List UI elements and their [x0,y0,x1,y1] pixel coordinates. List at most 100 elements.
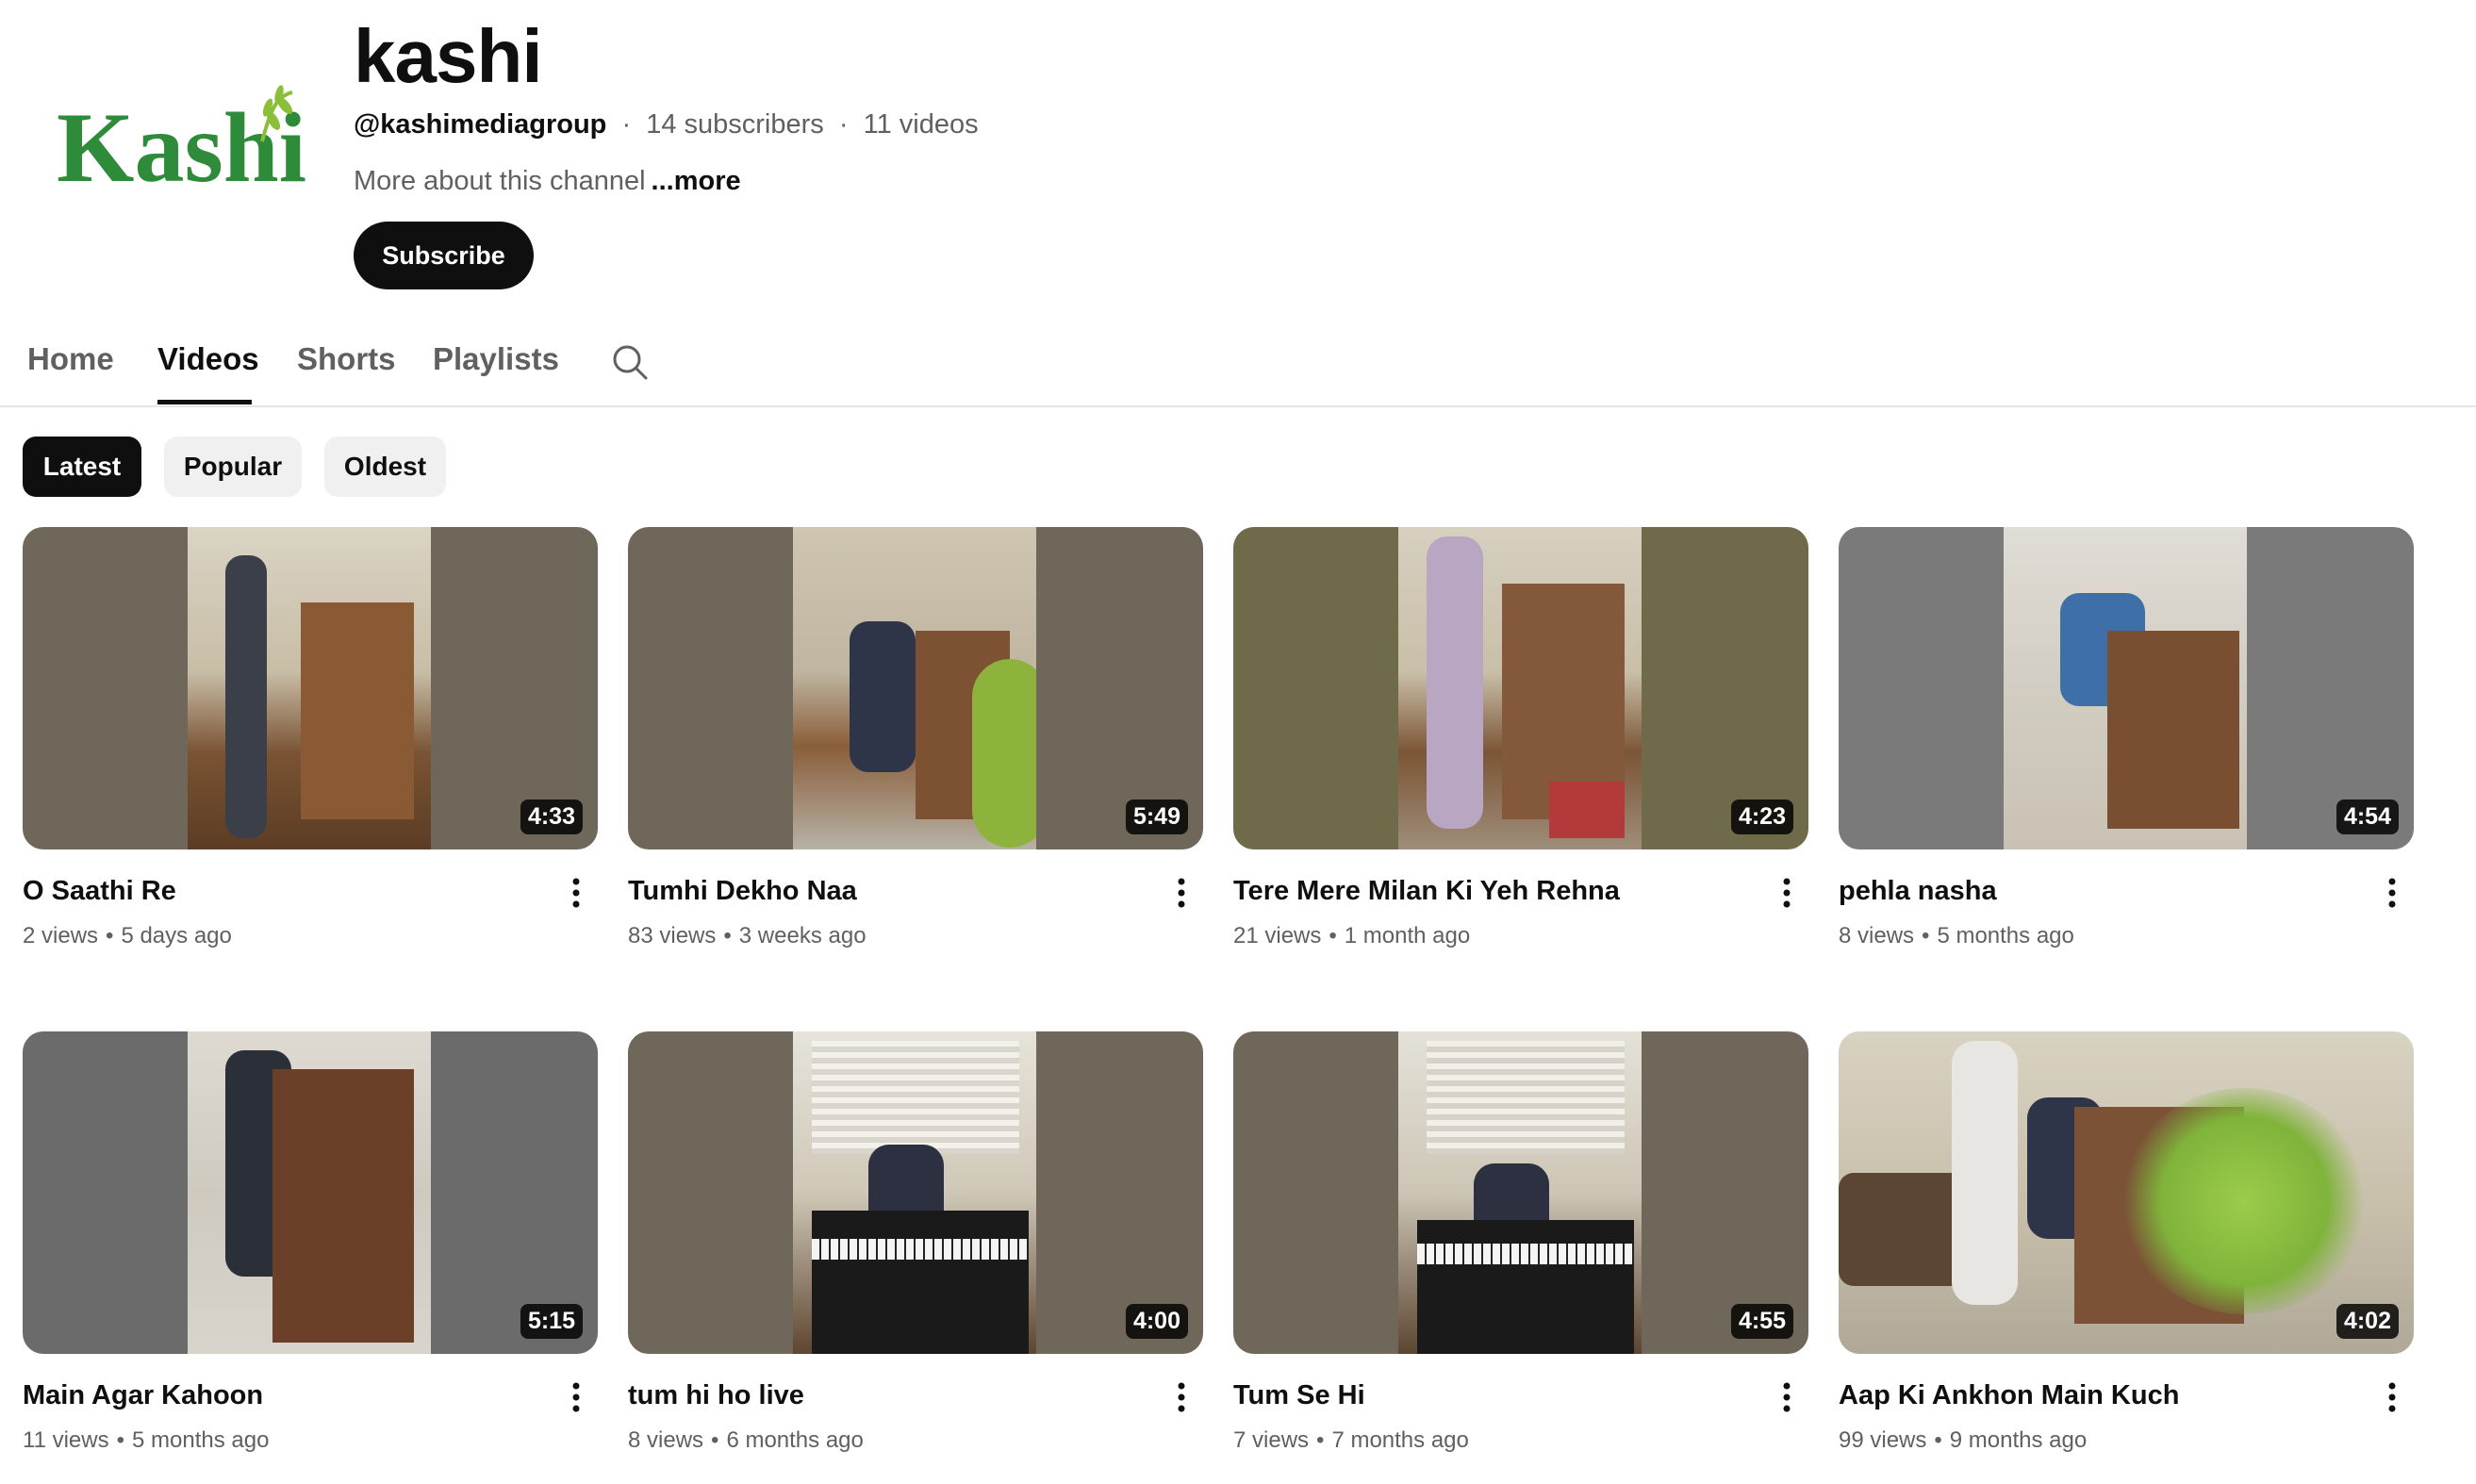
video-title[interactable]: O Saathi Re [23,876,532,907]
meta-separator: · [838,109,849,140]
video-thumbnail[interactable]: 4:54 [1839,527,2414,849]
video-card[interactable]: 4:02 Aap Ki Ankhon Main Kuch 99 views • 9 … [1839,1031,2414,1484]
more-vert-icon[interactable] [1773,1377,1801,1418]
stats-separator: • [1316,1427,1325,1453]
video-age: 5 days ago [121,923,232,948]
video-card[interactable]: 5:15 Main Agar Kahoon 11 views • 5 months … [23,1031,598,1484]
about-text[interactable]: More about this channel [354,166,646,196]
channel-handle[interactable]: @kashimediagroup [354,109,606,140]
video-title[interactable]: Tum Se Hi [1233,1380,1742,1411]
video-age: 7 months ago [1331,1427,1469,1453]
search-icon[interactable] [611,343,649,381]
video-duration: 4:00 [1125,1304,1188,1339]
video-title[interactable]: tum hi ho live [628,1380,1137,1411]
video-title[interactable]: Tumhi Dekho Naa [628,876,1137,907]
video-thumbnail[interactable]: 5:49 [628,527,1203,849]
video-card[interactable]: 4:33 O Saathi Re 2 views • 5 days ago [23,527,598,980]
stats-separator: • [1934,1427,1942,1453]
subscriber-count: 14 subscribers [646,109,824,140]
channel-about[interactable]: More about this channel ...more [354,166,741,197]
more-vert-icon[interactable] [1167,1377,1196,1418]
video-thumbnail[interactable]: 4:23 [1233,527,1808,849]
channel-page: Kashi kashi @kashimediagroup · 14 subscr… [0,0,2476,1478]
video-views: 21 views [1233,923,1322,948]
stats-separator: • [116,1427,124,1453]
more-vert-icon[interactable] [2378,1377,2406,1418]
stats-separator: • [1329,923,1337,948]
video-thumbnail[interactable]: 4:33 [23,527,598,849]
video-stats: 21 views • 1 month ago [1233,923,1470,949]
tab-shorts[interactable]: Shorts [297,341,396,377]
video-thumbnail[interactable]: 4:55 [1233,1031,1808,1354]
video-title[interactable]: Aap Ki Ankhon Main Kuch [1839,1380,2348,1411]
thumbnail-frame [1398,527,1642,849]
thumbnail-frame [2004,527,2247,849]
filter-latest[interactable]: Latest [23,437,141,497]
video-age: 6 months ago [726,1427,864,1453]
video-count: 11 videos [863,109,979,140]
video-duration: 4:55 [1730,1304,1793,1339]
video-duration: 5:49 [1125,800,1188,834]
tab-playlists[interactable]: Playlists [433,341,559,377]
video-age: 9 months ago [1949,1427,2088,1453]
video-age: 5 months ago [1937,923,2074,948]
video-views: 8 views [628,1427,704,1453]
video-card[interactable]: 4:00 tum hi ho live 8 views • 6 months ago [628,1031,1203,1484]
video-card[interactable]: 4:23 Tere Mere Milan Ki Yeh Rehna 21 vie… [1233,527,1808,980]
video-age: 3 weeks ago [738,923,867,948]
stats-separator: • [711,1427,719,1453]
tab-videos[interactable]: Videos [157,341,259,377]
video-card[interactable]: 5:49 Tumhi Dekho Naa 83 views • 3 weeks ag… [628,527,1203,980]
video-duration: 5:15 [520,1304,583,1339]
video-title[interactable]: Main Agar Kahoon [23,1380,532,1411]
thumbnail-frame [793,527,1036,849]
video-views: 83 views [628,923,717,948]
stats-separator: • [1922,923,1930,948]
more-vert-icon[interactable] [562,1377,590,1418]
video-duration: 4:02 [2336,1304,2399,1339]
video-stats: 83 views • 3 weeks ago [628,923,867,949]
thumbnail-frame [188,527,431,849]
thumbnail-frame [793,1031,1036,1354]
video-views: 7 views [1233,1427,1310,1453]
video-duration: 4:54 [2336,800,2399,834]
video-views: 11 views [23,1427,109,1453]
video-title[interactable]: Tere Mere Milan Ki Yeh Rehna [1233,876,1742,907]
video-stats: 8 views • 5 months ago [1839,923,2074,949]
tab-home[interactable]: Home [27,341,114,377]
video-stats: 2 views • 5 days ago [23,923,232,949]
stats-separator: • [723,923,732,948]
meta-separator: · [621,109,632,140]
more-vert-icon[interactable] [562,872,590,914]
video-duration: 4:33 [520,800,583,834]
video-thumbnail[interactable]: 5:15 [23,1031,598,1354]
video-views: 2 views [23,923,99,948]
thumbnail-frame [188,1031,431,1354]
more-link[interactable]: ...more [652,166,741,196]
filter-oldest[interactable]: Oldest [324,437,446,497]
active-tab-indicator [157,400,252,404]
video-stats: 11 views • 5 months ago [23,1427,269,1454]
more-vert-icon[interactable] [2378,872,2406,914]
video-stats: 8 views • 6 months ago [628,1427,864,1454]
video-age: 5 months ago [132,1427,270,1453]
video-thumbnail[interactable]: 4:02 [1839,1031,2414,1354]
more-vert-icon[interactable] [1167,872,1196,914]
channel-avatar[interactable]: Kashi [38,38,311,264]
video-title[interactable]: pehla nasha [1839,876,2348,907]
video-duration: 4:23 [1730,800,1793,834]
channel-name: kashi [354,14,543,98]
channel-tabs: Home Videos Shorts Playlists [0,321,2476,407]
video-stats: 7 views • 7 months ago [1233,1427,1469,1454]
filter-popular[interactable]: Popular [164,437,302,497]
subscribe-button[interactable]: Subscribe [354,222,534,289]
more-vert-icon[interactable] [1773,872,1801,914]
video-card[interactable]: 4:55 Tum Se Hi 7 views • 7 months ago [1233,1031,1808,1484]
channel-meta: @kashimediagroup · 14 subscribers · 11 v… [354,109,979,140]
video-card[interactable]: 4:54 pehla nasha 8 views • 5 months ago [1839,527,2414,980]
video-views: 99 views [1839,1427,1927,1453]
video-thumbnail[interactable]: 4:00 [628,1031,1203,1354]
video-age: 1 month ago [1344,923,1471,948]
video-views: 8 views [1839,923,1915,948]
thumbnail-frame [1398,1031,1642,1354]
